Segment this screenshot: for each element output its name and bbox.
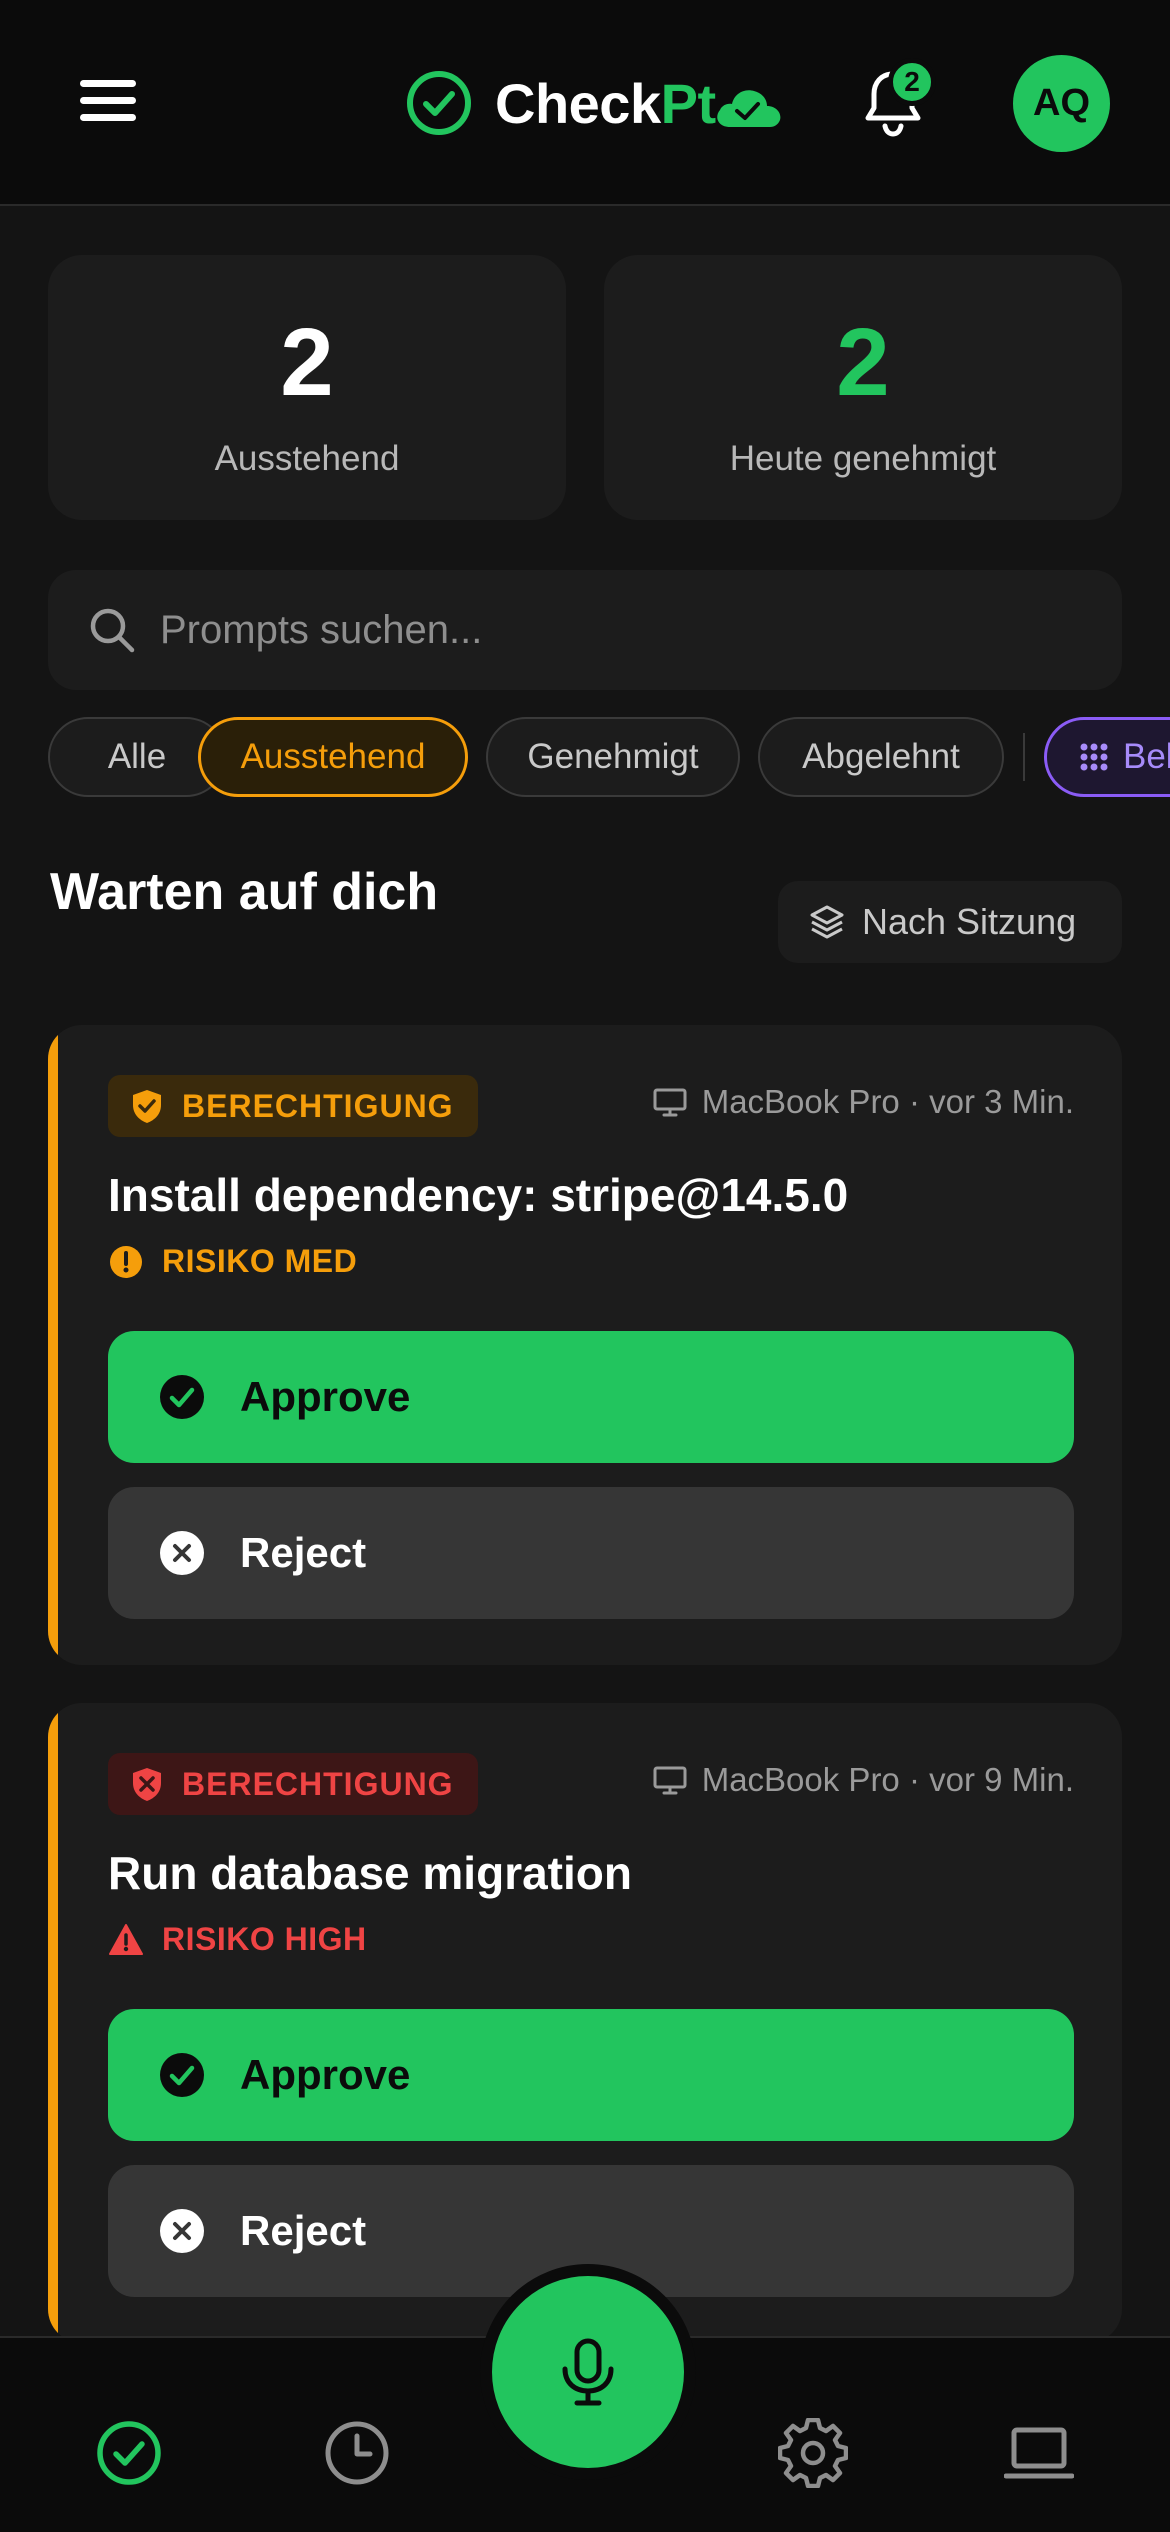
request-card: BERECHTIGUNG MacBook Pro · vor 9 Min. Ru…	[48, 1703, 1122, 2343]
stat-label: Ausstehend	[214, 439, 400, 478]
gear-icon	[777, 2417, 849, 2489]
x-circle-icon	[160, 1531, 204, 1575]
shield-x-icon	[133, 1768, 161, 1801]
nav-settings[interactable]	[777, 2417, 849, 2489]
reject-label: Reject	[240, 1529, 367, 1576]
mic-icon	[562, 2338, 614, 2406]
badge-label: BERECHTIGUNG	[182, 1765, 454, 1802]
request-card: BERECHTIGUNG MacBook Pro · vor 3 Min. In…	[48, 1025, 1122, 1665]
reject-label: Reject	[240, 2207, 367, 2254]
stat-value: 2	[836, 309, 890, 416]
approve-button[interactable]: Approve	[108, 1331, 1074, 1463]
group-by-session-button[interactable]: Nach Sitzung	[778, 881, 1122, 963]
device-name: MacBook Pro	[701, 1761, 900, 1798]
approve-button[interactable]: Approve	[108, 2009, 1074, 2141]
check-circle-icon	[160, 2053, 204, 2097]
search-bar	[48, 570, 1122, 690]
check-circle-icon	[160, 1375, 204, 1419]
shield-check-icon	[133, 1090, 161, 1123]
history-icon	[325, 2421, 389, 2485]
request-time: vor 9 Min.	[929, 1761, 1074, 1798]
filter-chip-approved[interactable]: Genehmigt	[486, 717, 740, 797]
stat-card-approved-today: 2 Heute genehmigt	[604, 255, 1122, 520]
check-circle-icon	[97, 2421, 161, 2485]
nav-history[interactable]	[322, 2418, 392, 2488]
request-title: Install dependency: stripe@14.5.0	[108, 1169, 849, 1221]
meta-separator: ·	[899, 1761, 930, 1798]
badge-label: BERECHTIGUNG	[182, 1087, 454, 1124]
grid-icon	[1080, 743, 1108, 771]
chip-divider	[1023, 733, 1025, 781]
filter-chip-group[interactable]: Bel	[1044, 717, 1170, 797]
search-icon	[90, 608, 135, 653]
stat-value: 2	[280, 309, 334, 416]
app-name-part2: Pt	[660, 71, 717, 135]
hamburger-menu-icon[interactable]	[80, 80, 136, 122]
risk-label: RISIKO MED	[162, 1243, 358, 1279]
request-time: vor 3 Min.	[929, 1083, 1074, 1120]
check-circle-icon	[407, 71, 471, 135]
voice-input-button[interactable]	[480, 2264, 696, 2480]
cloud-check-icon	[716, 90, 780, 127]
filter-chip-rejected[interactable]: Abgelehnt	[758, 717, 1004, 797]
search-input[interactable]	[160, 607, 1060, 653]
filter-chip-label: Bel	[1123, 737, 1170, 776]
app-header: CheckPt 2 AQ	[0, 0, 1170, 206]
alert-circle-icon	[110, 1245, 142, 1278]
warning-triangle-icon	[109, 1923, 143, 1955]
section-title: Warten auf dich	[50, 863, 439, 921]
avatar[interactable]: AQ	[1013, 55, 1110, 152]
x-circle-icon	[160, 2209, 204, 2253]
risk-level: RISIKO MED	[108, 1243, 357, 1280]
monitor-icon	[653, 1766, 687, 1795]
notification-badge: 2	[888, 58, 936, 106]
nav-approvals[interactable]	[94, 2418, 164, 2488]
filter-chips: Alle Ausstehend Genehmigt Abgelehnt Bel	[48, 717, 1170, 797]
permission-badge: BERECHTIGUNG	[108, 1075, 478, 1137]
stat-card-pending: 2 Ausstehend	[48, 255, 566, 520]
permission-badge: BERECHTIGUNG	[108, 1753, 478, 1815]
reject-button[interactable]: Reject	[108, 1487, 1074, 1619]
risk-level: RISIKO HIGH	[108, 1921, 367, 1958]
app-name: CheckPt	[495, 71, 716, 136]
app-logo: CheckPt	[405, 68, 784, 138]
meta-separator: ·	[899, 1083, 930, 1120]
approve-label: Approve	[240, 1373, 411, 1420]
laptop-icon	[1003, 2427, 1075, 2479]
app-name-part1: Check	[495, 71, 661, 135]
risk-label: RISIKO HIGH	[162, 1921, 367, 1957]
device-name: MacBook Pro	[701, 1083, 900, 1120]
monitor-icon	[653, 1088, 687, 1117]
approve-label: Approve	[240, 2051, 411, 2098]
request-meta: MacBook Pro · vor 3 Min.	[652, 1083, 1074, 1121]
layers-icon	[810, 905, 844, 939]
filter-chip-pending[interactable]: Ausstehend	[198, 717, 468, 797]
nav-devices[interactable]	[1003, 2418, 1075, 2488]
sort-label: Nach Sitzung	[862, 901, 1077, 942]
stat-label: Heute genehmigt	[729, 439, 997, 478]
request-title: Run database migration	[108, 1847, 632, 1899]
request-meta: MacBook Pro · vor 9 Min.	[652, 1761, 1074, 1799]
